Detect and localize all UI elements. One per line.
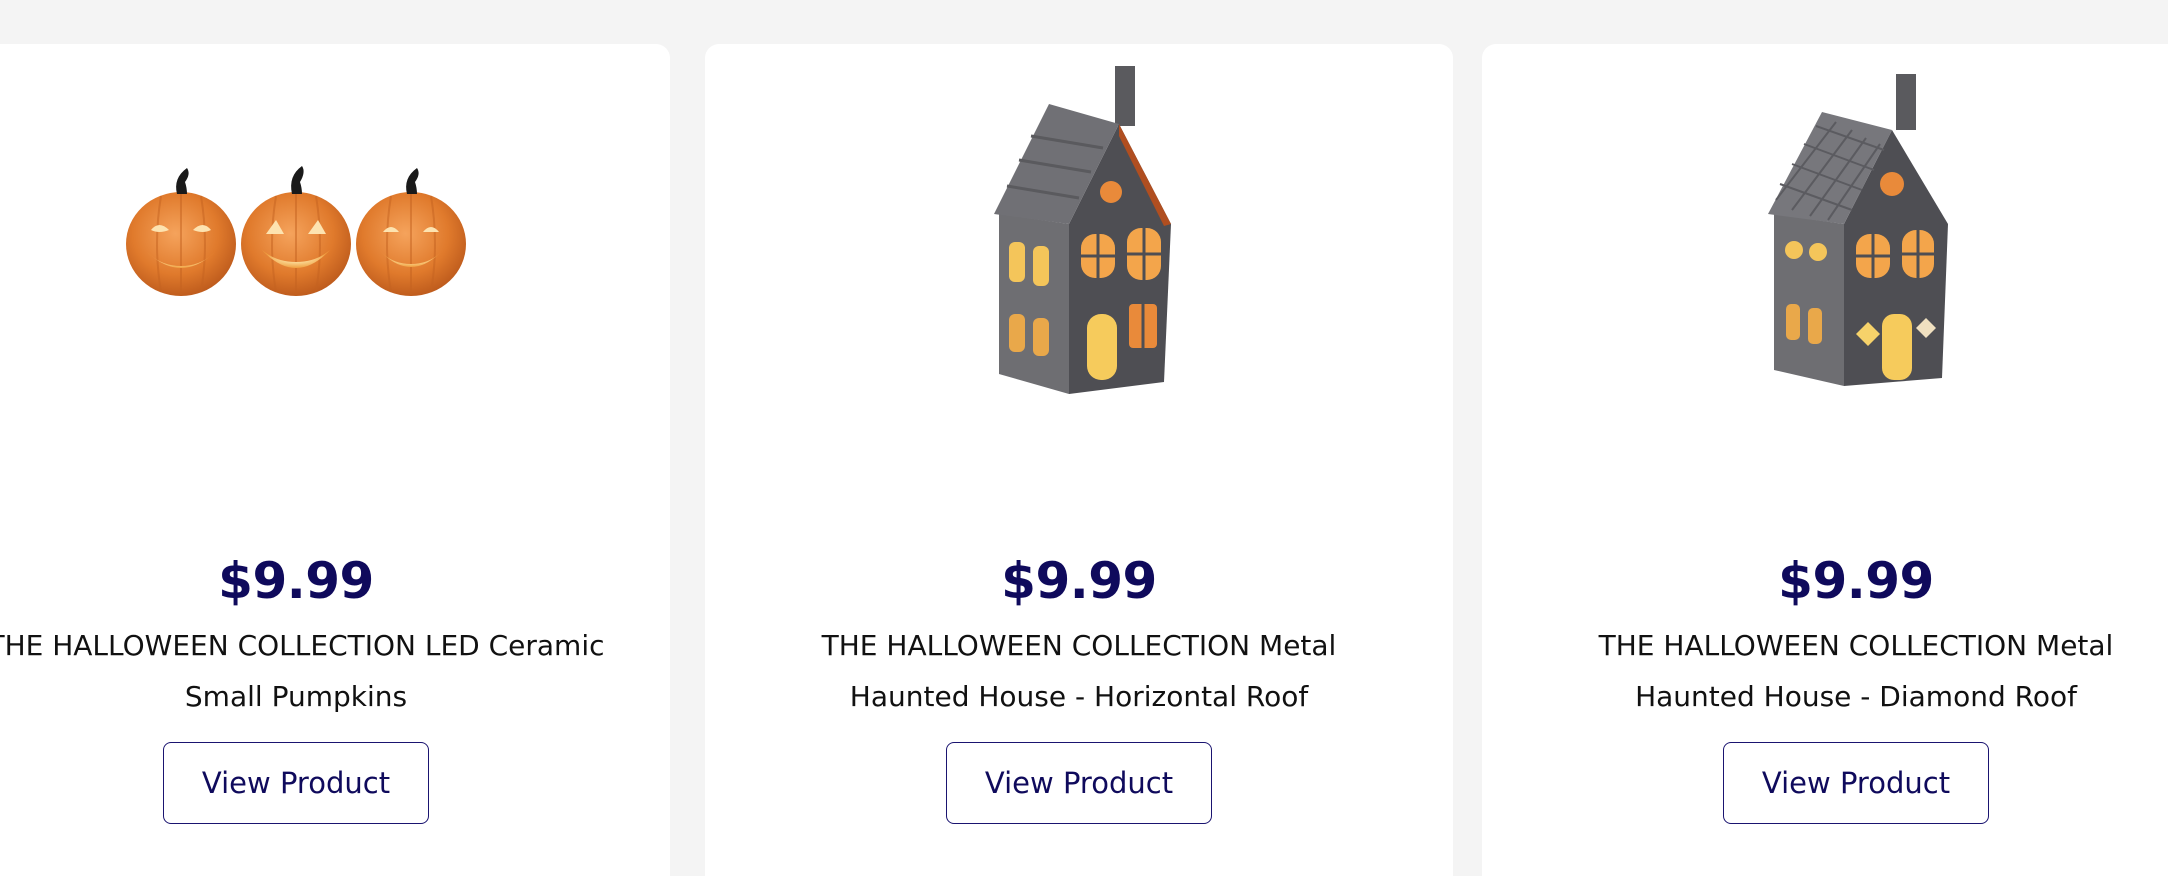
view-product-button[interactable]: View Product: [1723, 742, 1989, 824]
product-title[interactable]: THE HALLOWEEN COLLECTION Metal Haunted H…: [1536, 620, 2168, 722]
product-grid: $9.99 THE HALLOWEEN COLLECTION LED Ceram…: [0, 0, 2168, 876]
product-price: $9.99: [1001, 552, 1157, 610]
haunted-house-horizontal-roof-image[interactable]: [869, 54, 1289, 414]
haunted-house-diamond-roof-image[interactable]: [1646, 54, 2066, 414]
ceramic-pumpkins-image[interactable]: [86, 54, 506, 414]
product-card: $9.99 THE HALLOWEEN COLLECTION LED Ceram…: [0, 44, 670, 876]
product-price: $9.99: [218, 552, 374, 610]
view-product-button[interactable]: View Product: [163, 742, 429, 824]
product-price: $9.99: [1778, 552, 1934, 610]
view-product-button[interactable]: View Product: [946, 742, 1212, 824]
product-card: $9.99 THE HALLOWEEN COLLECTION Metal Hau…: [705, 44, 1453, 876]
product-title[interactable]: THE HALLOWEEN COLLECTION LED Ceramic Sma…: [0, 620, 616, 722]
product-card: $9.99 THE HALLOWEEN COLLECTION Metal Hau…: [1482, 44, 2168, 876]
product-title[interactable]: THE HALLOWEEN COLLECTION Metal Haunted H…: [759, 620, 1399, 722]
